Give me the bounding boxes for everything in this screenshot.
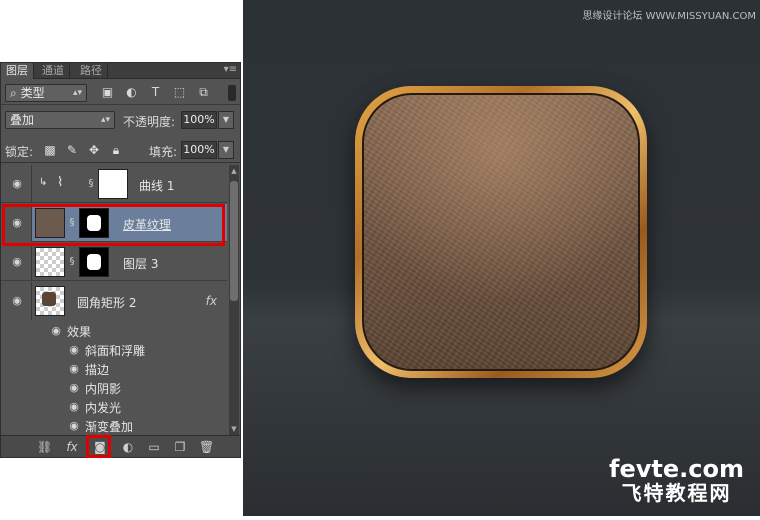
scroll-up-icon[interactable]: ▲ xyxy=(229,167,239,175)
document-canvas[interactable]: 思缘设计论坛 WWW.MISSYUAN.COM fevte.com 飞特教程网 xyxy=(243,0,760,516)
panel-menu-icon[interactable]: ▾≡ xyxy=(224,64,237,75)
layer-row-curves[interactable]: ◉ ↳ ⌇ § 曲线 1 xyxy=(1,165,227,203)
lock-label: 锁定: xyxy=(5,145,34,159)
eye-icon[interactable]: ◉ xyxy=(67,420,81,431)
filter-adjustment-icon[interactable]: ◐ xyxy=(125,86,138,99)
effect-row-bevel[interactable]: ◉ 斜面和浮雕 xyxy=(1,340,227,359)
layer-name[interactable]: 图层 3 xyxy=(123,255,158,272)
lock-all-icon[interactable]: 🔒︎ xyxy=(109,143,123,157)
layer-mask-thumbnail[interactable] xyxy=(79,247,109,277)
opacity-dropdown-icon[interactable]: ▼ xyxy=(218,111,234,129)
chevron-updown-icon: ▴▾ xyxy=(100,115,110,125)
search-icon: ⌕ xyxy=(10,86,17,100)
adjustment-icon[interactable]: ◐ xyxy=(121,440,135,454)
layer-thumbnail[interactable] xyxy=(35,286,65,316)
panel-tab-bar: 图层 通道 路径 ▾≡ xyxy=(1,63,240,79)
layers-panel: 图层 通道 路径 ▾≡ ⌕ 类型 ▴▾ ▣ ◐ T ⬚ ⧉ 叠加 ▴▾ 不透明度… xyxy=(0,62,241,458)
fill-label: 填充: xyxy=(149,145,178,159)
trash-icon[interactable]: 🗑︎ xyxy=(199,440,214,454)
layer-row-rounded-rect[interactable]: ◉ 圆角矩形 2 fx xyxy=(1,282,227,320)
link-icon[interactable]: ⛓ xyxy=(37,440,52,454)
effect-row-stroke[interactable]: ◉ 描边 xyxy=(1,359,227,378)
filter-shape-icon[interactable]: ⬚ xyxy=(173,86,186,99)
new-layer-icon[interactable]: ❐ xyxy=(173,440,187,454)
effect-row-inner-glow[interactable]: ◉ 内发光 xyxy=(1,397,227,416)
chain-link-icon[interactable]: § xyxy=(87,178,95,189)
layer-thumbnail[interactable] xyxy=(35,247,65,277)
effect-name: 内发光 xyxy=(85,401,122,415)
eye-icon[interactable]: ◉ xyxy=(67,401,81,412)
effect-name: 斜面和浮雕 xyxy=(85,344,146,358)
eye-icon[interactable]: ◉ xyxy=(49,325,63,336)
effect-name: 内阴影 xyxy=(85,382,122,396)
eye-icon[interactable]: ◉ xyxy=(67,363,81,374)
eye-icon[interactable]: ◉ xyxy=(10,256,24,267)
tab-channels[interactable]: 通道 xyxy=(37,63,70,79)
fx-icon[interactable]: fx xyxy=(65,440,79,454)
fx-icon[interactable]: fx xyxy=(206,294,217,308)
lock-brush-icon[interactable]: ✎ xyxy=(65,143,79,157)
effects-label: 效果 xyxy=(67,325,92,339)
tab-paths[interactable]: 路径 xyxy=(75,63,108,79)
effect-name: 渐变叠加 xyxy=(85,420,134,434)
highlight-box-selected-layer xyxy=(2,204,225,246)
opacity-label: 不透明度: xyxy=(123,115,176,129)
blend-mode-select[interactable]: 叠加 ▴▾ xyxy=(5,111,115,129)
fill-field[interactable]: 100% xyxy=(181,141,217,159)
filter-type-icon[interactable]: T xyxy=(149,86,162,99)
lock-transparency-icon[interactable]: ▩ xyxy=(43,143,57,157)
logo-name: 飞特教程网 xyxy=(621,481,732,505)
eye-icon[interactable]: ◉ xyxy=(10,295,24,306)
filter-smart-object-icon[interactable]: ⧉ xyxy=(197,86,210,99)
layer-name[interactable]: 圆角矩形 2 xyxy=(77,294,136,311)
logo-domain: fevte.com xyxy=(609,455,744,483)
tab-layers[interactable]: 图层 xyxy=(1,63,34,79)
filter-kind-select[interactable]: ⌕ 类型 ▴▾ xyxy=(5,84,87,102)
effects-group-row[interactable]: ◉ 效果 xyxy=(1,321,227,340)
app-icon-leather-surface xyxy=(364,95,638,369)
app-icon-wood-frame xyxy=(355,86,647,378)
clip-arrow-icon: ↳ xyxy=(39,177,48,188)
filter-toggle[interactable] xyxy=(228,85,236,101)
curves-adjustment-icon: ⌇ xyxy=(57,175,64,190)
layer-mask-thumbnail[interactable] xyxy=(98,169,128,199)
page: 图层 通道 路径 ▾≡ ⌕ 类型 ▴▾ ▣ ◐ T ⬚ ⧉ 叠加 ▴▾ 不透明度… xyxy=(0,0,760,520)
layer-name[interactable]: 曲线 1 xyxy=(139,177,174,194)
effect-row-gradient-overlay[interactable]: ◉ 渐变叠加 xyxy=(1,416,227,435)
folder-icon[interactable]: ▭ xyxy=(147,440,161,454)
scrollbar-thumb[interactable] xyxy=(230,181,238,301)
eye-icon[interactable]: ◉ xyxy=(67,382,81,393)
filter-row: ⌕ 类型 ▴▾ ▣ ◐ T ⬚ ⧉ xyxy=(1,81,240,105)
panel-bottom-bar: ⛓ fx ◙ ◐ ▭ ❐ 🗑︎ xyxy=(1,435,240,457)
opacity-field[interactable]: 100% xyxy=(181,111,217,129)
eye-icon[interactable]: ◉ xyxy=(10,178,24,189)
shape-preview xyxy=(42,292,56,306)
effect-row-inner-shadow[interactable]: ◉ 内阴影 xyxy=(1,378,227,397)
blend-mode-label: 叠加 xyxy=(10,113,35,127)
chevron-updown-icon: ▴▾ xyxy=(72,88,82,98)
filter-kind-label: 类型 xyxy=(20,86,45,100)
filter-pixel-icon[interactable]: ▣ xyxy=(101,86,114,99)
blend-row: 叠加 ▴▾ 不透明度: 100% ▼ xyxy=(1,107,240,133)
chain-link-icon[interactable]: § xyxy=(68,256,76,267)
fill-dropdown-icon[interactable]: ▼ xyxy=(218,141,234,159)
site-logo: fevte.com 飞特教程网 xyxy=(609,456,744,504)
effect-name: 描边 xyxy=(85,363,110,377)
scroll-down-icon[interactable]: ▼ xyxy=(229,425,239,433)
highlight-box-add-mask-button xyxy=(86,435,111,458)
layers-scrollbar[interactable]: ▲ ▼ xyxy=(229,165,239,435)
layer-row-layer3[interactable]: ◉ § 图层 3 xyxy=(1,243,227,281)
watermark-top: 思缘设计论坛 WWW.MISSYUAN.COM xyxy=(582,11,756,22)
eye-icon[interactable]: ◉ xyxy=(67,344,81,355)
lock-move-icon[interactable]: ✥ xyxy=(87,143,101,157)
